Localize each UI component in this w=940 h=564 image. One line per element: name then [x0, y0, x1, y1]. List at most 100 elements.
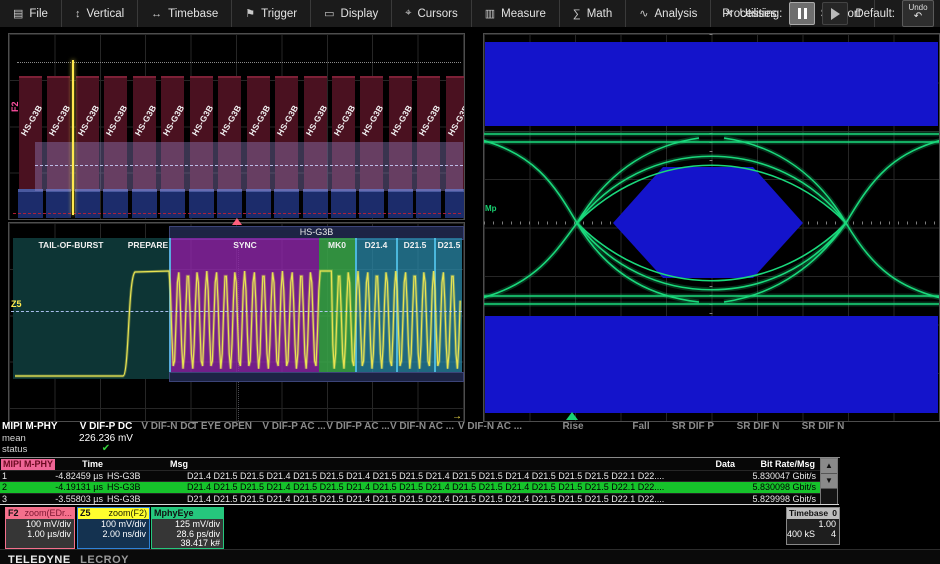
- processing-pause-button[interactable]: [789, 2, 815, 25]
- eye-trace-tag: Mp: [485, 204, 497, 213]
- descriptor-box-mphyeye[interactable]: MphyEye125 mV/div28.6 ps/div38.417 k#: [151, 507, 224, 549]
- row-bitrate: 5.830098 Gbit/s: [730, 482, 816, 492]
- f2-burst-overview-panel[interactable]: HS-G3BHS-G3BHS-G3BHS-G3BHS-G3BHS-G3BHS-G…: [8, 33, 465, 220]
- trigger-flag-icon: ⚑: [245, 7, 255, 20]
- scroll-up-button[interactable]: ▲: [821, 459, 837, 474]
- row-index: 1: [2, 471, 16, 481]
- f2-trace-tag: F2: [10, 101, 20, 112]
- row-bitrate: 5.830047 Gbit/s: [730, 471, 816, 481]
- z5-trace-tag: Z5: [11, 299, 22, 309]
- descriptor-id: F2: [8, 508, 19, 519]
- menu-right-controls: Processing: Default: Undo ↶: [722, 0, 934, 27]
- descriptor-box-f2[interactable]: F2zoom(EDr...100 mV/div1.00 µs/div: [5, 507, 75, 549]
- table-scrollbar[interactable]: ▲ ▼: [820, 458, 838, 505]
- decode-message-table[interactable]: MIPI M-PHY Time Msg Data Bit Rate/Msg 1-…: [0, 457, 840, 505]
- row-msg-type: HS-G3B: [107, 494, 167, 504]
- menu-item-label: Measure: [501, 8, 546, 20]
- timebase-title-right: 0: [832, 508, 837, 519]
- row-data: D21.4 D21.5 D21.5 D21.4 D21.5 D21.5 D21.…: [187, 482, 715, 492]
- measure-row-label-status: status: [2, 444, 27, 455]
- menu-item-label: Vertical: [86, 8, 124, 20]
- z5-zoom-decode-panel[interactable]: HS-G3B TAIL-OF-BURSTPREPARESYNCMK0D21.4D…: [8, 222, 465, 422]
- measure-param-name[interactable]: SR DIF N: [775, 421, 871, 432]
- row-data: D21.4 D21.5 D21.5 D21.4 D21.5 D21.5 D21.…: [187, 494, 715, 504]
- descriptor-id: MphyEye: [154, 508, 194, 519]
- menu-item-file[interactable]: ▤ File: [0, 0, 62, 27]
- measurement-strip: MIPI M-PHY mean status V DIF-P DC226.236…: [0, 420, 940, 457]
- menu-item-display[interactable]: ▭ Display: [311, 0, 392, 27]
- menu-item-label: Analysis: [655, 8, 698, 20]
- row-time: -4.82459 µs: [40, 471, 103, 481]
- row-index: 3: [2, 494, 16, 504]
- eye-trigger-marker-icon: [566, 412, 578, 420]
- eye-diagram-plot: [484, 34, 939, 421]
- menu-item-label: Math: [587, 8, 613, 20]
- processing-label: Processing:: [722, 8, 782, 20]
- menu-bar: ▤ File ↕ Vertical ↔ Timebase ⚑ Trigger ▭ Display ⌖…: [0, 0, 940, 28]
- horizontal-arrows-icon: ↔: [151, 8, 162, 20]
- default-label: Default:: [855, 8, 895, 20]
- f2-zoom-cursor-line[interactable]: [72, 60, 74, 215]
- measure-row-label-mean: mean: [2, 433, 26, 444]
- row-data: D21.4 D21.5 D21.5 D21.4 D21.5 D21.5 D21.…: [187, 471, 715, 481]
- menu-item-label: Cursors: [417, 8, 457, 20]
- table-header-time: Time: [55, 459, 103, 470]
- descriptor-setting: 38.417 k#: [152, 539, 220, 549]
- menu-item-measure[interactable]: ▥ Measure: [472, 0, 560, 27]
- menu-item-math[interactable]: ∑ Math: [560, 0, 626, 27]
- scroll-down-button[interactable]: ▼: [821, 474, 837, 489]
- timebase-rate: 4: [831, 530, 836, 540]
- brand-lecroy: LECROY: [80, 554, 129, 564]
- menu-item-label: File: [29, 8, 48, 20]
- descriptor-id: Z5: [80, 508, 91, 519]
- measure-ruler-icon: ▥: [485, 7, 495, 20]
- menu-item-vertical[interactable]: ↕ Vertical: [62, 0, 138, 27]
- z5-level-dashed-line: [11, 311, 462, 312]
- f2-lower-dashed-line: [13, 213, 461, 214]
- undo-button[interactable]: Undo ↶: [902, 0, 934, 27]
- z5-waveform: [9, 223, 464, 421]
- table-header-data: Data: [700, 459, 735, 470]
- play-icon: [831, 8, 840, 20]
- row-msg-type: HS-G3B: [107, 471, 167, 481]
- trigger-position-marker-icon[interactable]: [232, 218, 242, 225]
- row-msg-type: HS-G3B: [107, 482, 167, 492]
- processing-play-button[interactable]: [822, 2, 848, 25]
- descriptor-box-z5[interactable]: Z5zoom(F2)100 mV/div2.00 ns/div: [77, 507, 150, 549]
- menu-item-label: Display: [341, 8, 379, 20]
- oscilloscope-app: ▤ File ↕ Vertical ↔ Timebase ⚑ Trigger ▭ Display ⌖…: [0, 0, 940, 564]
- menu-item-cursors[interactable]: ⌖Cursors: [392, 0, 471, 27]
- menu-item-label: Trigger: [261, 8, 297, 20]
- menu-item-analysis[interactable]: ∿ Analysis: [626, 0, 711, 27]
- file-icon: ▤: [13, 7, 23, 20]
- row-time: -3.55803 µs: [40, 494, 103, 504]
- undo-arrow-icon: ↶: [903, 12, 933, 21]
- timebase-descriptor-box[interactable]: Timebase 0 1.00 400 kS 4: [786, 507, 840, 545]
- descriptor-setting: 1.00 µs/div: [6, 530, 71, 540]
- vertical-arrows-icon: ↕: [75, 8, 81, 20]
- descriptor-function: zoom(EDr...: [24, 508, 72, 519]
- measure-param-name[interactable]: V DIF-N AC ...: [442, 421, 538, 432]
- mphy-eye-diagram-panel[interactable]: Mp: [483, 33, 940, 422]
- f2-decode-band: [35, 142, 463, 191]
- descriptor-setting: 2.00 ns/div: [78, 530, 146, 540]
- math-calculator-icon: ∑: [573, 8, 581, 20]
- display-monitor-icon: ▭: [324, 7, 334, 20]
- brand-bar: TELEDYNE LECROY: [0, 549, 940, 564]
- measure-group-title: MIPI M-PHY: [2, 421, 58, 432]
- row-bitrate: 5.829998 Gbit/s: [730, 494, 816, 504]
- eye-mask-regions: [485, 42, 938, 413]
- brand-teledyne: TELEDYNE: [8, 554, 71, 564]
- status-pass-check-icon: ✔: [58, 443, 154, 454]
- analysis-chart-icon: ∿: [639, 7, 648, 20]
- row-index: 2: [2, 482, 16, 492]
- pause-icon: [798, 8, 801, 19]
- descriptor-function: zoom(F2): [108, 508, 147, 519]
- f2-sample-dots: [17, 62, 461, 63]
- menu-item-trigger[interactable]: ⚑ Trigger: [232, 0, 311, 27]
- menu-item-timebase[interactable]: ↔ Timebase: [138, 0, 232, 27]
- timebase-samples: 400 kS: [787, 530, 815, 540]
- table-bottom-separator: [0, 504, 839, 505]
- table-header-source: MIPI M-PHY: [1, 459, 55, 470]
- menu-item-label: Timebase: [168, 8, 218, 20]
